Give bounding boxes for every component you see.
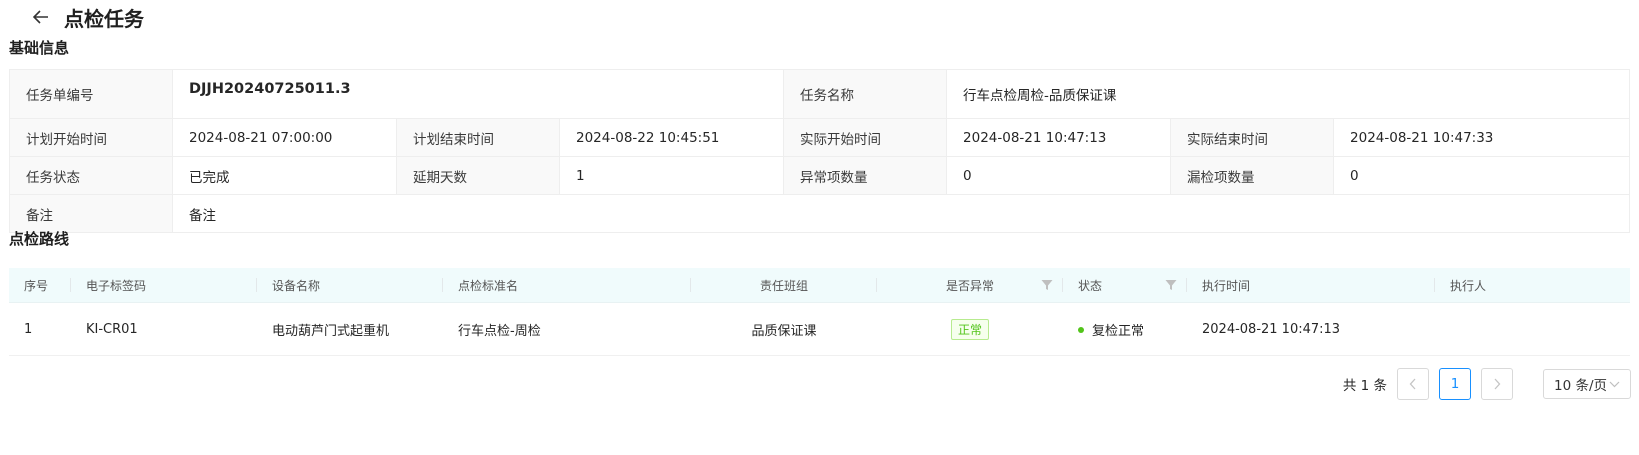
row-executor [1435,302,1630,356]
page-size-select[interactable]: 10 条/页 [1543,369,1631,399]
actual-end-label: 实际结束时间 [1170,118,1335,157]
task-code-label: 任务单编号 [9,69,173,119]
plan-end-label: 计划结束时间 [396,118,560,157]
filter-icon[interactable] [1041,279,1053,291]
row-abnormal: 正常 [877,302,1063,356]
page: 点检任务 基础信息 任务单编号 DJJH20240725011.3 任务名称 行… [0,0,1639,455]
delay-value: 1 [558,156,785,195]
row-status: 复检正常 [1063,302,1187,356]
row-equipment: 电动葫芦门式起重机 [257,302,443,356]
column-header-exec-time: 执行时间 [1187,268,1435,303]
task-name-label: 任务名称 [783,69,948,119]
chevron-left-icon [1409,378,1416,390]
next-page-button[interactable] [1481,368,1513,400]
actual-start-value: 2024-08-21 10:47:13 [946,118,1172,157]
column-header-equipment: 设备名称 [257,268,443,303]
row-standard: 行车点检-周检 [443,302,691,356]
plan-end-value: 2024-08-22 10:45:51 [558,118,785,157]
table-row: 1 KI-CR01 电动葫芦门式起重机 行车点检-周检 品质保证课 正常 复检正… [9,302,1630,356]
status-label: 任务状态 [9,156,173,195]
remark-label: 备注 [9,194,173,233]
actual-start-label: 实际开始时间 [783,118,948,157]
plan-start-value: 2024-08-21 07:00:00 [172,118,397,157]
pagination-total: 共 1 条 [1342,378,1387,394]
chevron-down-icon [1609,381,1620,387]
chevron-right-icon [1494,378,1501,390]
column-header-index: 序号 [9,268,71,303]
route-title: 点检路线 [9,230,70,248]
abnormal-count-label: 异常项数量 [783,156,948,195]
missed-count-label: 漏检项数量 [1170,156,1335,195]
row-team: 品质保证课 [691,302,877,356]
column-header-team: 责任班组 [691,268,877,303]
actual-end-value: 2024-08-21 10:47:33 [1333,118,1631,157]
arrow-left-icon[interactable] [30,6,52,28]
delay-label: 延期天数 [396,156,560,195]
column-header-tag-code: 电子标签码 [71,268,257,303]
status-badge: 正常 [950,318,989,340]
column-header-status: 状态 [1063,268,1187,303]
task-name-value: 行车点检周检-品质保证课 [946,69,1631,119]
page-size-value: 10 条/页 [1554,378,1608,394]
pagination: 共 1 条 1 10 条/页 [1343,368,1631,400]
task-code: DJJH20240725011.3 [189,81,351,97]
status-dot-icon [1078,327,1084,333]
row-exec-time: 2024-08-21 10:47:13 [1187,302,1435,356]
prev-page-button[interactable] [1397,368,1429,400]
column-header-executor: 执行人 [1435,268,1630,303]
page-header: 点检任务 [30,2,144,32]
filter-icon[interactable] [1165,279,1177,291]
basic-info-title: 基础信息 [9,39,70,57]
row-tag-code: KI-CR01 [71,302,257,356]
page-1-button[interactable]: 1 [1439,368,1471,400]
status-value: 已完成 [172,156,397,195]
page-title: 点检任务 [64,6,144,31]
basic-info-table: 任务单编号 DJJH20240725011.3 任务名称 行车点检周检-品质保证… [9,69,1631,233]
missed-count-value: 0 [1333,156,1631,195]
column-header-abnormal: 是否异常 [877,268,1063,303]
plan-start-label: 计划开始时间 [9,118,173,157]
column-header-standard: 点检标准名 [443,268,691,303]
abnormal-count-value: 0 [946,156,1172,195]
task-code-value: DJJH20240725011.3 [171,69,785,119]
remark-value: 备注 [171,194,1631,233]
route-table: 序号 电子标签码 设备名称 点检标准名 责任班组 是否异常 状态 执行时间 执行… [9,268,1630,356]
row-index: 1 [9,302,71,356]
